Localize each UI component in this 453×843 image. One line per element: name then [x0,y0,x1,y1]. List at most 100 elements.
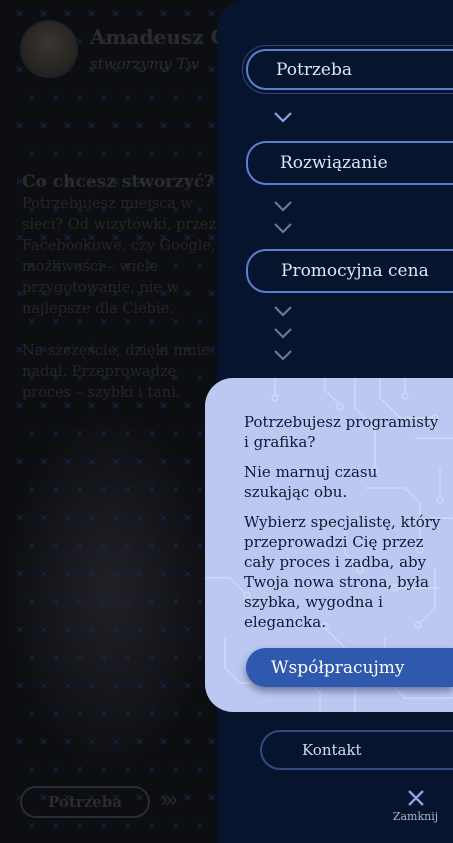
x-pattern-icon: × [15,119,25,132]
x-pattern-icon: × [135,735,145,748]
x-pattern-icon: × [63,119,73,132]
x-pattern-icon: × [39,511,49,524]
footer-arrows-icon: ››› [160,788,179,813]
x-pattern-icon: × [63,679,73,692]
x-pattern-icon: × [147,483,157,496]
x-pattern-icon: × [51,483,61,496]
x-pattern-icon: × [123,651,133,664]
x-pattern-icon: × [75,147,85,160]
x-pattern-icon: × [111,623,121,636]
x-pattern-icon: × [135,7,145,20]
x-pattern-icon: × [39,623,49,636]
x-pattern-icon: × [123,595,133,608]
x-pattern-icon: × [99,651,109,664]
x-pattern-icon: × [159,455,169,468]
x-pattern-icon: × [27,147,37,160]
x-pattern-icon: × [171,763,181,776]
x-pattern-icon: × [63,511,73,524]
x-pattern-icon: × [99,91,109,104]
x-pattern-icon: × [147,539,157,552]
x-pattern-icon: × [123,707,133,720]
section-text-line: proces – szybki i tani. [22,385,181,401]
section-text-line: sieci? Od wizytówki, przez [22,217,217,233]
x-pattern-icon: × [171,539,181,552]
footer-step-pill[interactable]: Potrzeba [20,786,150,818]
x-pattern-icon: × [15,623,25,636]
cooperate-button[interactable]: Współpracujmy [246,648,453,687]
x-pattern-icon: × [75,427,85,440]
x-pattern-icon: × [15,735,25,748]
x-pattern-icon: × [195,483,205,496]
x-pattern-icon: × [27,595,37,608]
contact-button[interactable]: Kontakt [260,730,453,770]
x-pattern-icon: × [195,427,205,440]
step-potrzeba[interactable]: Potrzeba [242,45,453,94]
x-pattern-icon: × [195,707,205,720]
close-button[interactable]: Zamknij [388,788,443,823]
x-pattern-icon: × [207,119,217,132]
x-pattern-icon: × [51,707,61,720]
x-pattern-icon: × [183,119,193,132]
profile-name: Amadeusz Cz [90,25,238,49]
x-pattern-icon: × [27,707,37,720]
card-paragraph: Potrzebujesz programisty i grafika? [244,413,439,451]
x-pattern-icon: × [171,91,181,104]
x-pattern-icon: × [207,791,217,804]
x-pattern-icon: × [171,595,181,608]
x-pattern-icon: × [75,483,85,496]
x-pattern-icon: × [99,483,109,496]
section-text-line: możliwości – wiele [22,259,159,275]
x-pattern-icon: × [99,819,109,832]
x-pattern-icon: × [135,511,145,524]
step-label: Potrzeba [276,59,352,80]
x-pattern-icon: × [183,623,193,636]
section-text-line: przygotowanie, nie w [22,280,180,296]
x-pattern-icon: × [99,539,109,552]
x-pattern-icon: × [15,567,25,580]
x-pattern-icon: × [135,119,145,132]
x-pattern-icon: × [159,567,169,580]
x-pattern-icon: × [87,119,97,132]
step-promocyjna-cena[interactable]: Promocyjna cena [246,249,453,293]
x-pattern-icon: × [195,763,205,776]
x-pattern-icon: × [111,511,121,524]
x-pattern-icon: × [27,91,37,104]
x-pattern-icon: × [15,679,25,692]
x-pattern-icon: × [63,455,73,468]
x-pattern-icon: × [147,147,157,160]
x-pattern-icon: × [51,91,61,104]
x-pattern-icon: × [195,819,205,832]
x-pattern-icon: × [147,427,157,440]
x-pattern-icon: × [99,763,109,776]
chevron-down-icon [273,348,293,362]
x-pattern-icon: × [183,567,193,580]
x-pattern-icon: × [135,455,145,468]
profile-header: Amadeusz Cz stworzymy Tw [20,20,238,78]
x-pattern-icon: × [27,651,37,664]
x-pattern-icon: × [75,707,85,720]
x-pattern-icon: × [159,511,169,524]
x-pattern-icon: × [39,119,49,132]
x-pattern-icon: × [171,707,181,720]
x-pattern-icon: × [123,427,133,440]
x-pattern-icon: × [75,539,85,552]
x-pattern-icon: × [147,651,157,664]
x-pattern-icon: × [27,483,37,496]
x-pattern-icon: × [111,455,121,468]
x-pattern-icon: × [111,119,121,132]
x-pattern-icon: × [63,7,73,20]
card-paragraph: Nie marnuj czasu szukając obu. [244,463,378,501]
step-rozwiazanie[interactable]: Rozwiązanie [246,141,453,185]
x-pattern-icon: × [171,483,181,496]
x-pattern-icon: × [99,427,109,440]
x-pattern-icon: × [195,539,205,552]
x-pattern-icon: × [147,707,157,720]
x-pattern-icon: × [51,147,61,160]
section-text-line: Facebookowe, czy Google, [22,238,216,254]
x-pattern-icon: × [183,455,193,468]
x-pattern-icon: × [51,595,61,608]
section-text-line: Potrzebujesz miejsca w [22,196,193,212]
x-pattern-icon: × [183,735,193,748]
x-pattern-icon: × [39,567,49,580]
x-pattern-icon: × [99,147,109,160]
